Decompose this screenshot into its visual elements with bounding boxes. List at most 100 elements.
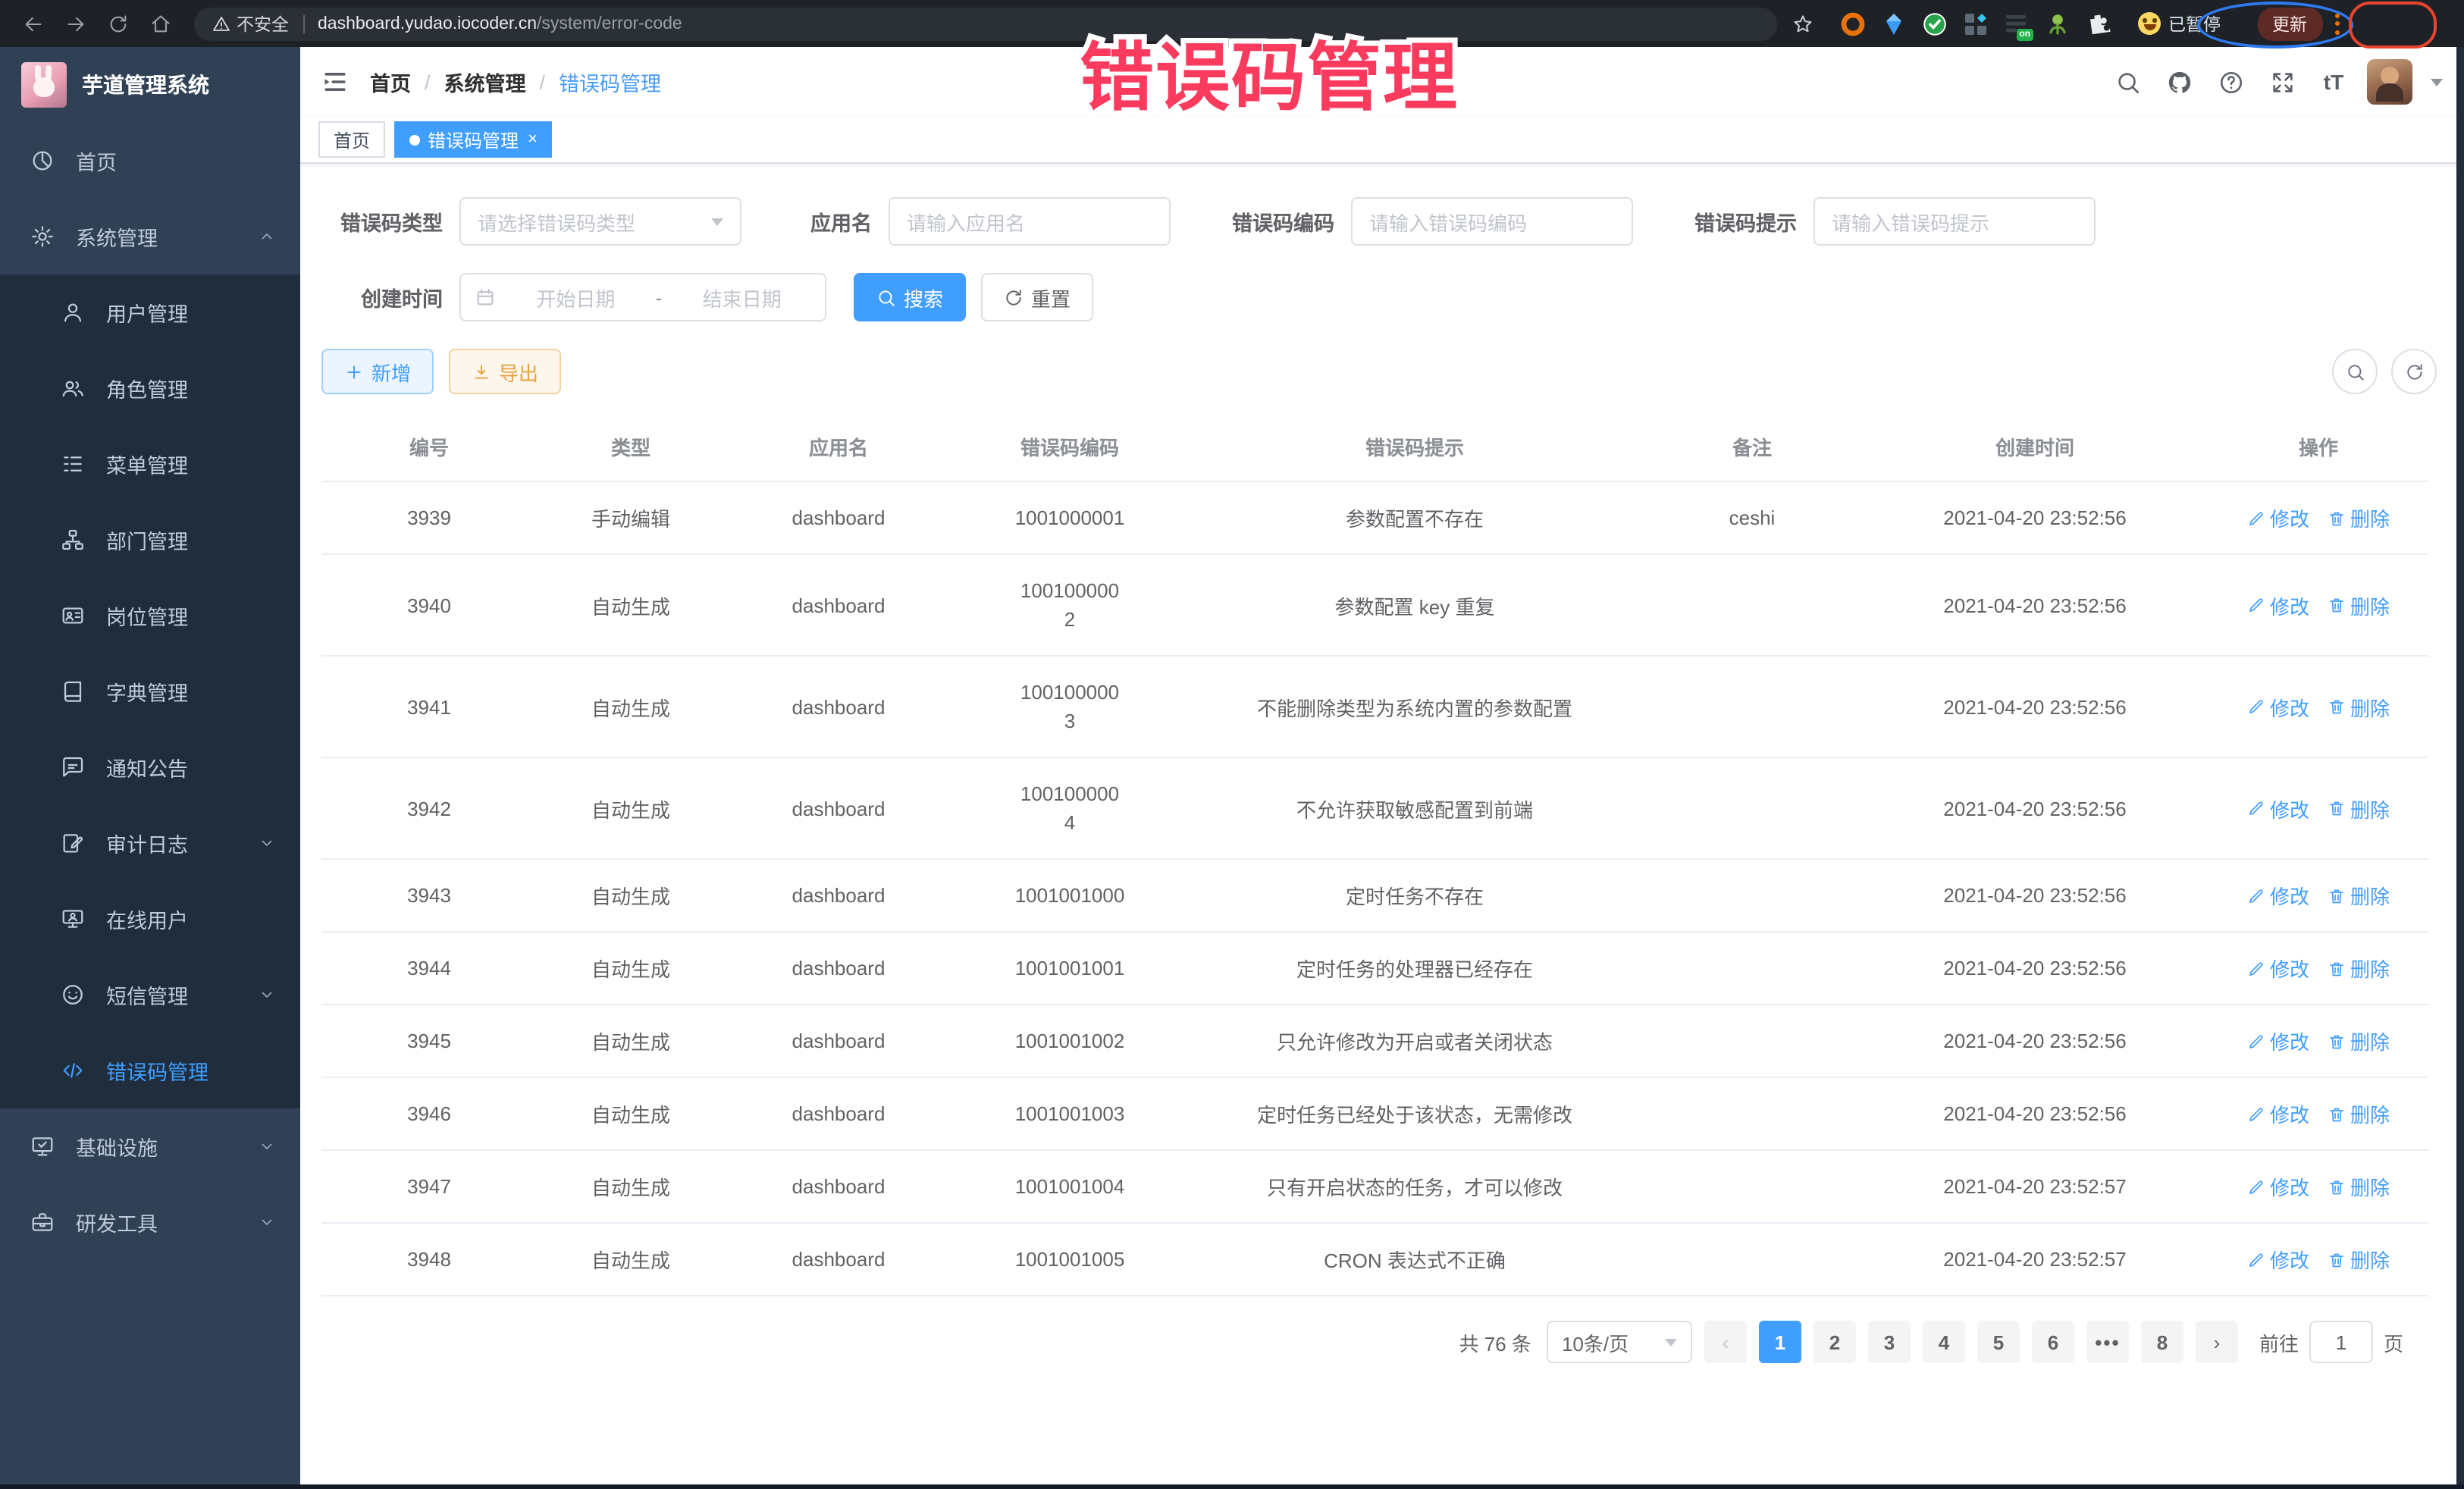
sidebar-item-error-code-management[interactable]: 错误码管理	[0, 1033, 300, 1108]
page-button-6[interactable]: 6	[2032, 1321, 2074, 1363]
breadcrumb-home[interactable]: 首页	[370, 67, 411, 97]
delete-link[interactable]: 删除	[2328, 881, 2390, 910]
edit-link[interactable]: 修改	[2247, 794, 2309, 823]
edit-link[interactable]: 修改	[2247, 692, 2309, 721]
cell-operations: 修改删除	[2208, 481, 2429, 554]
goto-page-input[interactable]: 1	[2309, 1321, 2373, 1363]
add-button[interactable]: 新增	[321, 349, 434, 394]
header-search-icon[interactable]	[2109, 64, 2146, 100]
browser-forward-button[interactable]	[59, 7, 92, 40]
pie-chart-icon	[30, 149, 55, 173]
breadcrumb-system[interactable]: 系统管理	[444, 67, 526, 97]
delete-link[interactable]: 删除	[2328, 1027, 2390, 1055]
error-type-select[interactable]: 请选择错误码类型	[459, 197, 741, 246]
search-button[interactable]: 搜索	[854, 273, 966, 321]
prev-page-button[interactable]: ‹	[1704, 1321, 1747, 1363]
delete-link[interactable]: 删除	[2328, 591, 2390, 619]
github-icon[interactable]	[2161, 64, 2197, 100]
sidebar-item-audit-log[interactable]: 审计日志	[0, 805, 300, 881]
edit-link[interactable]: 修改	[2247, 503, 2309, 532]
sidebar-item-sms-management[interactable]: 短信管理	[0, 957, 300, 1033]
browser-menu-icon[interactable]	[2334, 13, 2339, 34]
help-icon[interactable]	[2212, 64, 2249, 100]
browser-reload-button[interactable]	[102, 7, 135, 40]
fullscreen-icon[interactable]	[2264, 64, 2300, 100]
delete-link[interactable]: 删除	[2328, 954, 2390, 983]
font-size-icon[interactable]: tT	[2315, 64, 2352, 100]
show-search-circle-button[interactable]	[2332, 349, 2378, 394]
delete-link[interactable]: 删除	[2328, 692, 2390, 721]
page-button-8[interactable]: 8	[2141, 1321, 2183, 1363]
error-code-input[interactable]: 请输入错误码编码	[1351, 197, 1633, 246]
page-scrollbar[interactable]	[2456, 47, 2464, 1489]
sidebar-item-home[interactable]: 首页	[0, 123, 300, 199]
monitor-check-icon	[30, 1134, 55, 1158]
browser-back-button[interactable]	[17, 7, 50, 40]
page-button-1[interactable]: 1	[1759, 1321, 1801, 1363]
tag-error-code[interactable]: 错误码管理 ×	[394, 121, 553, 158]
sidebar-item-menu-management[interactable]: 菜单管理	[0, 426, 300, 502]
browser-home-button[interactable]	[144, 7, 177, 40]
date-range-picker[interactable]: 开始日期 - 结束日期	[459, 273, 826, 321]
page-button-4[interactable]: 4	[1923, 1321, 1965, 1363]
chrome-update-button[interactable]: 更新	[2257, 7, 2322, 40]
edit-link[interactable]: 修改	[2247, 1027, 2309, 1055]
sidebar-item-online-users[interactable]: 在线用户	[0, 881, 300, 957]
edit-link[interactable]: 修改	[2247, 881, 2309, 910]
edit-link[interactable]: 修改	[2247, 1172, 2309, 1201]
sidebar-item-role-management[interactable]: 角色管理	[0, 350, 300, 426]
sidebar-item-user-management[interactable]: 用户管理	[0, 274, 300, 350]
page-button-2[interactable]: 2	[1814, 1321, 1856, 1363]
user-avatar[interactable]	[2367, 59, 2412, 105]
next-page-button[interactable]: ›	[2196, 1321, 2238, 1363]
address-bar[interactable]: 不安全 dashboard.yudao.iocoder.cn/system/er…	[194, 7, 1777, 40]
trash-icon	[2328, 596, 2346, 614]
blue-gem-extension-icon[interactable]	[1882, 11, 1906, 36]
bookmark-star-icon[interactable]	[1792, 13, 1814, 34]
page-size-select[interactable]: 10条/页	[1547, 1321, 1692, 1363]
orange-ring-extension-icon[interactable]	[1841, 11, 1865, 36]
tag-close-icon[interactable]: ×	[528, 131, 538, 148]
download-icon	[472, 362, 491, 381]
edit-link[interactable]: 修改	[2247, 954, 2309, 983]
table-row: 3948自动生成dashboard1001001005CRON 表达式不正确20…	[321, 1223, 2429, 1296]
edit-link[interactable]: 修改	[2247, 591, 2309, 619]
sidebar-item-infrastructure[interactable]: 基础设施	[0, 1108, 300, 1184]
edit-icon	[2247, 697, 2265, 716]
edit-link[interactable]: 修改	[2247, 1245, 2309, 1274]
puzzle-piece-extension-icon[interactable]	[2086, 11, 2111, 36]
page-button-3[interactable]: 3	[1868, 1321, 1911, 1363]
avatar-caret-icon[interactable]	[2431, 78, 2443, 86]
active-tag-dot	[409, 134, 420, 145]
delete-link[interactable]: 删除	[2328, 1245, 2390, 1274]
delete-link[interactable]: 删除	[2328, 1099, 2390, 1128]
edit-link[interactable]: 修改	[2247, 1099, 2309, 1128]
browser-profile-chip[interactable]: 已暂停	[2132, 8, 2233, 39]
sidebar-item-dict-management[interactable]: 字典管理	[0, 654, 300, 729]
export-button[interactable]: 导出	[449, 349, 561, 394]
tag-home[interactable]: 首页	[318, 121, 385, 158]
error-message-input[interactable]: 请输入错误码提示	[1814, 197, 2096, 246]
sidebar-logo[interactable]: 芋道管理系统	[0, 47, 300, 123]
sidebar-item-system-management[interactable]: 系统管理	[0, 199, 300, 274]
hamburger-icon[interactable]	[300, 68, 370, 96]
delete-link[interactable]: 删除	[2328, 503, 2390, 532]
grid-diamond-extension-icon[interactable]	[1964, 11, 1988, 36]
green-sprout-extension-icon[interactable]	[2045, 11, 2070, 36]
sidebar-item-dev-tools[interactable]: 研发工具	[0, 1184, 300, 1260]
cell-operations: 修改删除	[2208, 656, 2429, 757]
app-name-input[interactable]: 请输入应用名	[889, 197, 1171, 246]
green-check-extension-icon[interactable]	[1923, 11, 1947, 36]
sidebar-item-post-management[interactable]: 岗位管理	[0, 578, 300, 654]
delete-link[interactable]: 删除	[2328, 1172, 2390, 1201]
adblock-list-extension-icon[interactable]: on	[2005, 11, 2029, 36]
not-secure-warning[interactable]: 不安全	[212, 11, 289, 36]
refresh-circle-button[interactable]	[2391, 349, 2437, 394]
delete-link[interactable]: 删除	[2328, 794, 2390, 823]
reset-button[interactable]: 重置	[981, 273, 1093, 321]
page-button-5[interactable]: 5	[1977, 1321, 2020, 1363]
sidebar-item-dept-management[interactable]: 部门管理	[0, 502, 300, 578]
total-count: 共 76 条	[1459, 1328, 1531, 1356]
more-pages-icon[interactable]: •••	[2086, 1321, 2129, 1363]
sidebar-item-notice[interactable]: 通知公告	[0, 729, 300, 805]
